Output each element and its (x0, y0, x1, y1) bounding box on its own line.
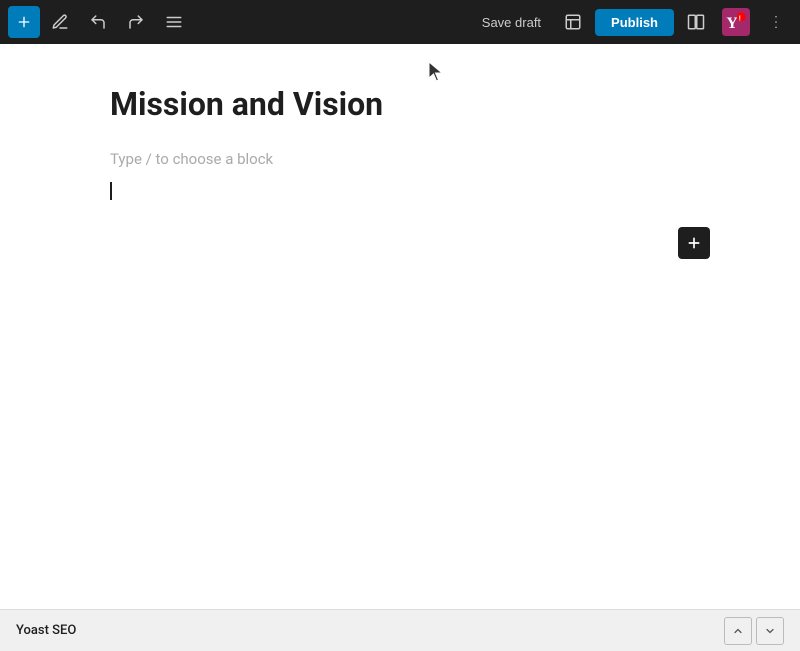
text-cursor (110, 180, 690, 202)
redo-icon (127, 13, 145, 31)
publish-button[interactable]: Publish (595, 9, 674, 36)
block-placeholder: Type / to choose a block (110, 150, 690, 168)
list-icon (165, 13, 183, 31)
yoast-button[interactable]: Y ! (718, 4, 754, 40)
more-dots-icon (767, 13, 785, 31)
plus-icon (16, 14, 32, 30)
collapse-down-button[interactable] (756, 617, 784, 645)
settings-button[interactable] (680, 6, 712, 38)
yoast-icon: Y ! (722, 8, 750, 36)
redo-button[interactable] (118, 4, 154, 40)
toolbar-left (8, 4, 468, 40)
svg-text:!: ! (739, 15, 741, 22)
undo-button[interactable] (80, 4, 116, 40)
svg-text:Y: Y (726, 15, 738, 32)
chevron-up-icon (732, 625, 744, 637)
settings-panel-icon (687, 13, 705, 31)
add-block-toolbar-button[interactable] (8, 6, 40, 38)
undo-icon (89, 13, 107, 31)
editor-area[interactable]: Mission and Vision Type / to choose a bl… (0, 44, 800, 609)
add-block-inline-button[interactable] (678, 227, 710, 259)
page-title[interactable]: Mission and Vision (110, 84, 690, 126)
yoast-seo-label: Yoast SEO (16, 623, 724, 638)
tools-button[interactable] (42, 4, 78, 40)
more-options-button[interactable] (760, 6, 792, 38)
collapse-up-button[interactable] (724, 617, 752, 645)
bottom-bar: Yoast SEO (0, 609, 800, 651)
bottom-bar-buttons (724, 617, 784, 645)
plus-inline-icon (686, 235, 702, 251)
preview-button[interactable] (557, 6, 589, 38)
preview-icon (564, 13, 582, 31)
editor-content: Mission and Vision Type / to choose a bl… (90, 44, 710, 609)
top-toolbar: Save draft Publish Y ! (0, 0, 800, 44)
pencil-icon (51, 13, 69, 31)
chevron-down-icon (764, 625, 776, 637)
save-draft-button[interactable]: Save draft (472, 9, 551, 36)
document-overview-button[interactable] (156, 4, 192, 40)
toolbar-right: Save draft Publish Y ! (472, 4, 792, 40)
